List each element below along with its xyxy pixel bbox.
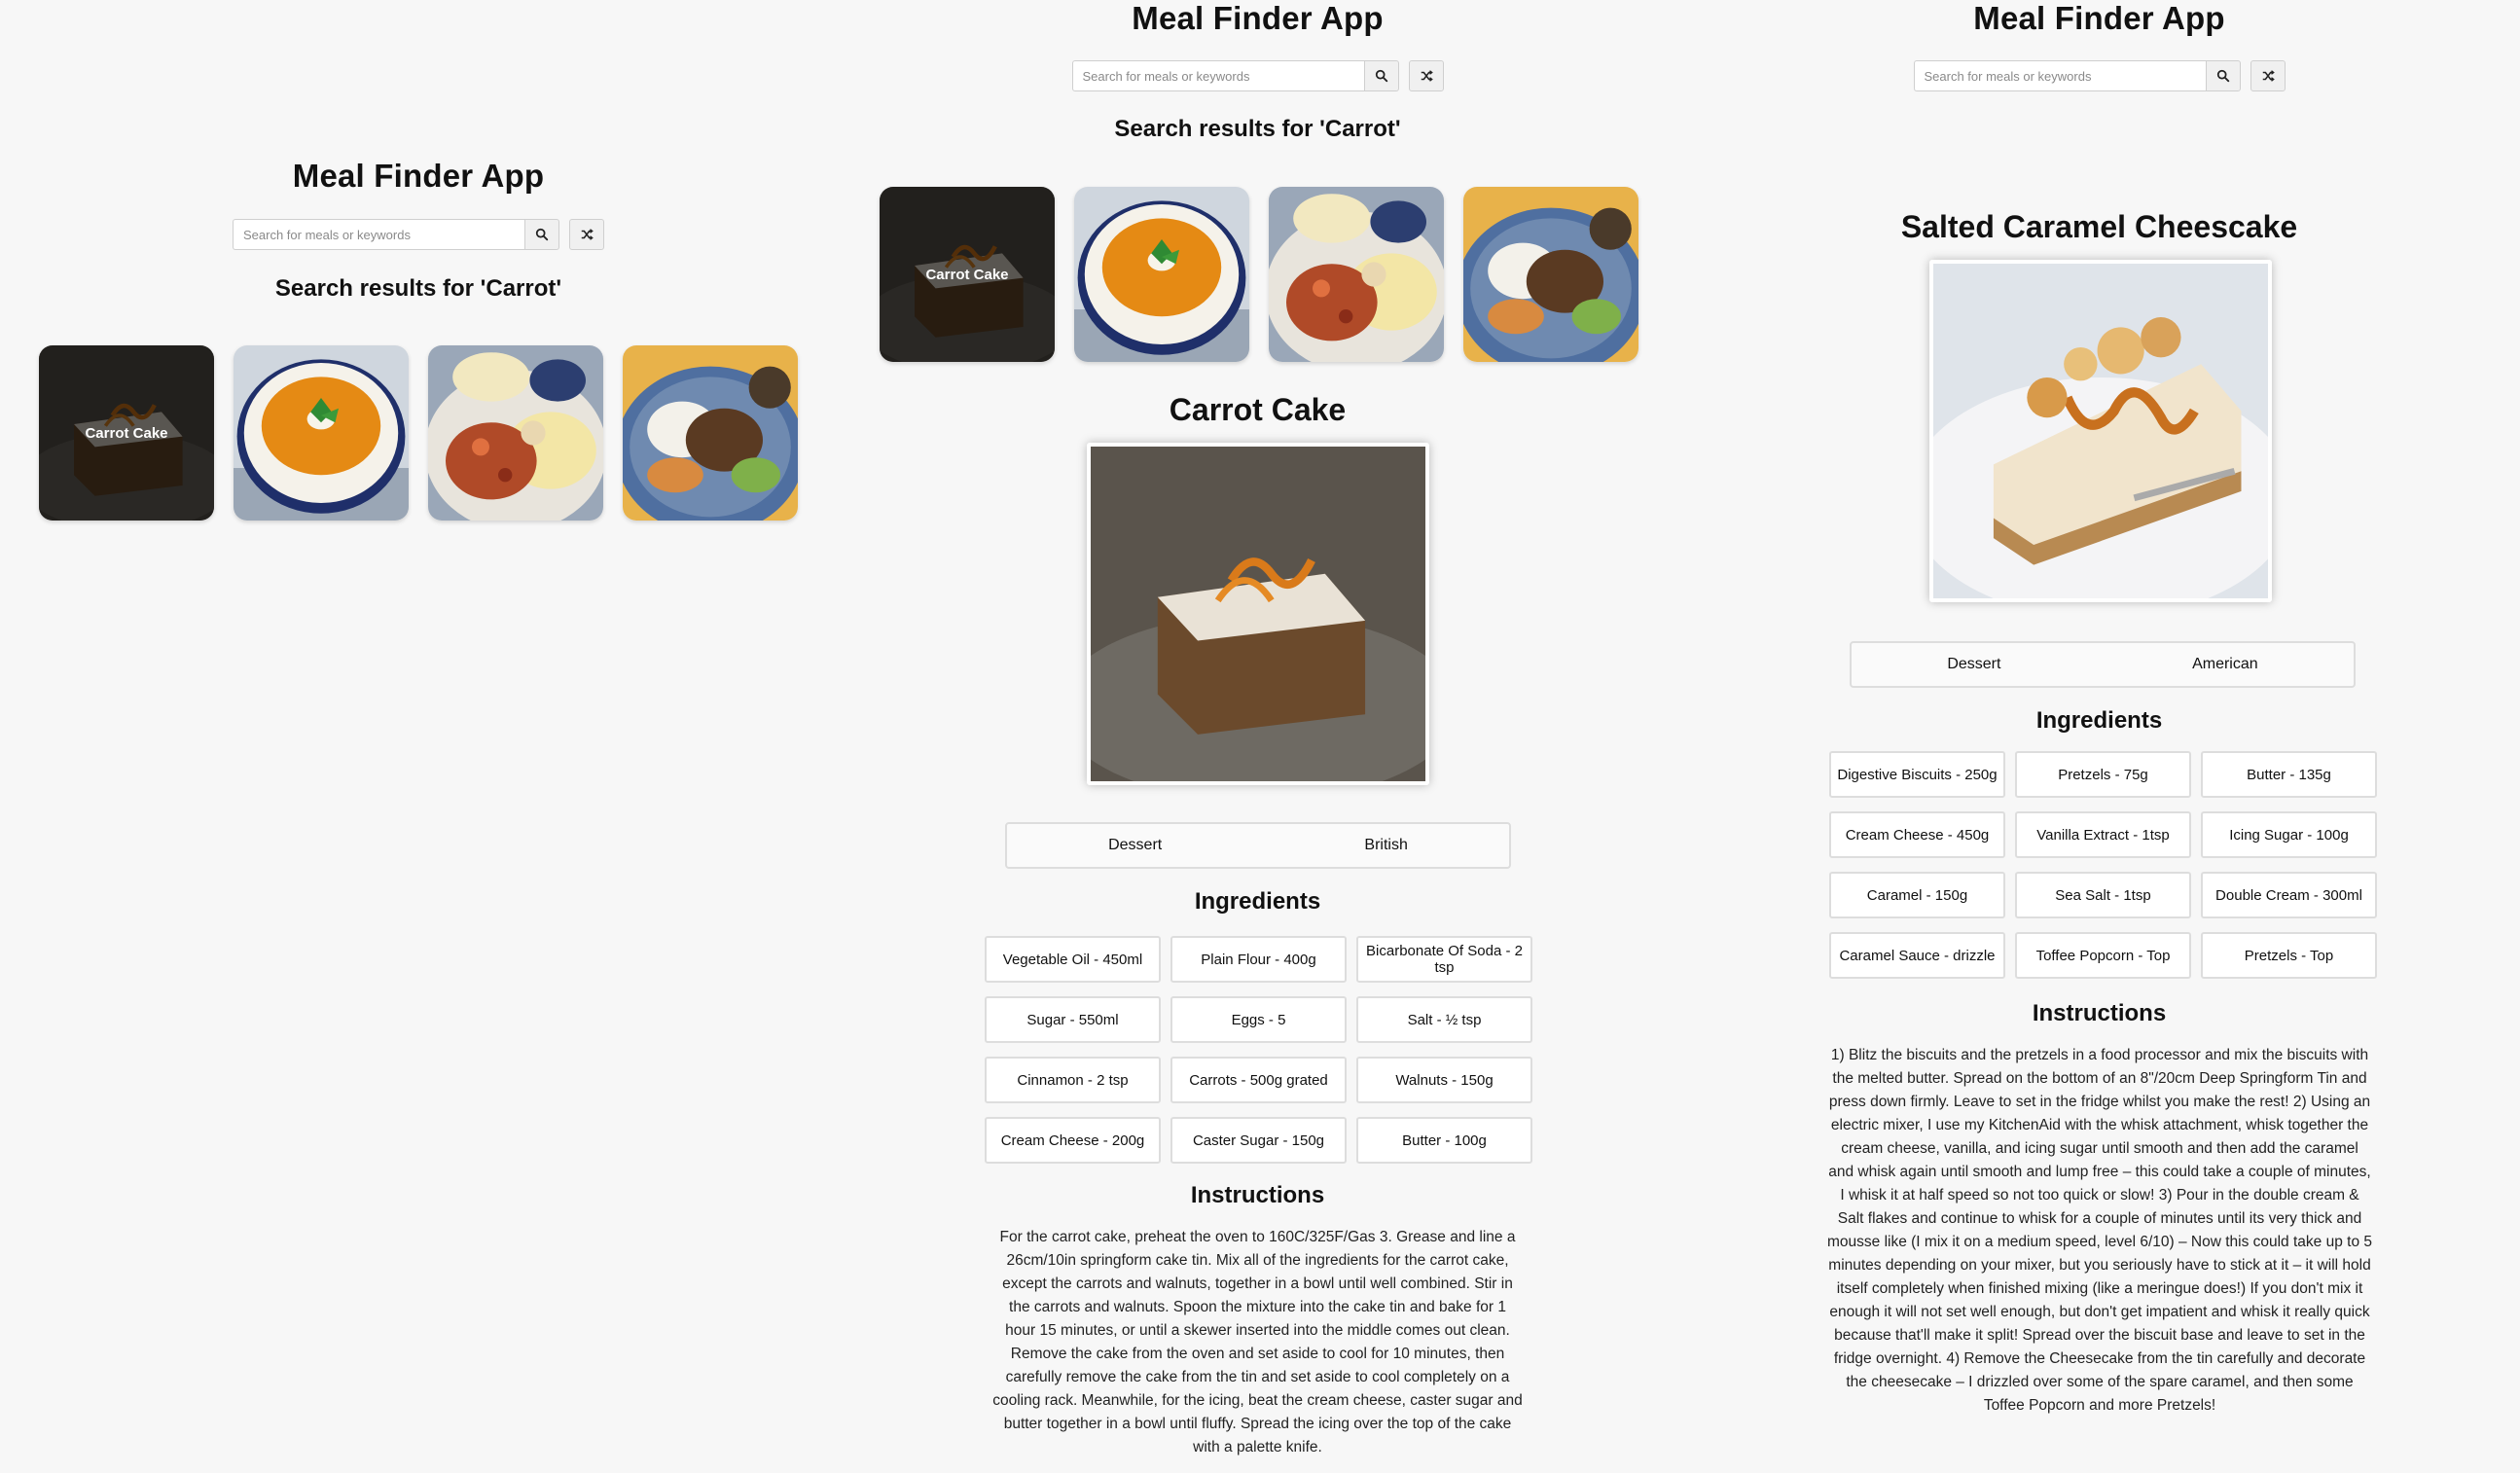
random-meal-button[interactable] — [569, 219, 604, 250]
search-input[interactable] — [233, 219, 524, 250]
ingredients-heading: Ingredients — [2035, 707, 2163, 734]
search-bar — [837, 60, 1678, 91]
search-icon — [1375, 69, 1388, 83]
meal-title: Carrot Cake — [1169, 392, 1347, 427]
random-meal-button[interactable] — [1408, 60, 1444, 91]
shuffle-icon — [1420, 69, 1433, 83]
meal-card[interactable] — [234, 345, 409, 521]
instructions-heading: Instructions — [1190, 1182, 1325, 1208]
ingredient-item: Cream Cheese - 450g — [1829, 811, 2005, 858]
meal-overlay: Carrot Cake — [880, 187, 1055, 362]
meal-card-title: Carrot Cake — [925, 266, 1009, 283]
meal-area: British — [1364, 837, 1408, 853]
carrot-soup-photo — [234, 345, 409, 521]
ingredient-item: Cream Cheese - 200g — [985, 1117, 1161, 1164]
meal-card-carrot-cake[interactable]: Carrot Cake — [39, 345, 214, 521]
pasta-bake-photo — [1269, 187, 1444, 362]
carrot-cake-photo — [1091, 447, 1425, 781]
search-icon — [2216, 69, 2230, 83]
results-heading: Search results for 'Carrot' — [1114, 116, 1401, 142]
carrot-cake-detail-panel: Meal Finder App Search results for 'Carr… — [837, 0, 1678, 1473]
meal-image — [1087, 443, 1429, 785]
ingredient-item: Digestive Biscuits - 250g — [1829, 751, 2005, 798]
ingredient-item: Salt - ½ tsp — [1356, 996, 1532, 1043]
ingredient-item: Plain Flour - 400g — [1170, 936, 1347, 983]
ingredient-item: Pretzels - Top — [2201, 932, 2377, 979]
meal-card-carrot-cake[interactable]: Carrot Cake — [880, 187, 1055, 362]
search-bar — [0, 219, 837, 250]
search-results: Carrot Cake — [39, 345, 798, 521]
rice-bowl-photo — [1463, 187, 1638, 362]
meal-tags: Dessert British — [1005, 822, 1511, 869]
ingredient-item: Walnuts - 150g — [1356, 1057, 1532, 1103]
app-title: Meal Finder App — [292, 158, 545, 194]
search-button[interactable] — [1363, 60, 1399, 91]
instructions-heading: Instructions — [2032, 1000, 2167, 1026]
shuffle-icon — [580, 228, 594, 241]
carrot-soup-photo — [1074, 187, 1249, 362]
ingredient-item: Butter - 135g — [2201, 751, 2377, 798]
ingredient-item: Vegetable Oil - 450ml — [985, 936, 1161, 983]
search-results: Carrot Cake — [880, 187, 1638, 362]
search-bar — [1678, 60, 2520, 91]
ingredient-item: Eggs - 5 — [1170, 996, 1347, 1043]
ingredient-item: Sugar - 550ml — [985, 996, 1161, 1043]
meal-card[interactable] — [1074, 187, 1249, 362]
meal-overlay: Carrot Cake — [39, 345, 214, 521]
random-meal-button[interactable] — [2250, 60, 2286, 91]
ingredients-list: Digestive Biscuits - 250g Pretzels - 75g B… — [1829, 751, 2377, 979]
pasta-bake-photo — [428, 345, 603, 521]
ingredient-item: Vanilla Extract - 1tsp — [2015, 811, 2191, 858]
ingredients-heading: Ingredients — [1194, 888, 1321, 915]
instructions-text: For the carrot cake, preheat the oven to… — [992, 1229, 1523, 1455]
search-icon — [535, 228, 549, 241]
app-title: Meal Finder App — [1973, 0, 2225, 36]
ingredients-list: Vegetable Oil - 450ml Plain Flour - 400g B… — [985, 936, 1532, 1164]
ingredient-item: Double Cream - 300ml — [2201, 872, 2377, 918]
ingredient-item: Pretzels - 75g — [2015, 751, 2191, 798]
instructions-text: 1) Blitz the biscuits and the pretzels i… — [1827, 1047, 2372, 1414]
meal-card[interactable] — [1463, 187, 1638, 362]
meal-card[interactable] — [428, 345, 603, 521]
ingredient-item: Caster Sugar - 150g — [1170, 1117, 1347, 1164]
rice-bowl-photo — [623, 345, 798, 521]
meal-title: Salted Caramel Cheescake — [1900, 209, 2298, 244]
ingredient-item: Icing Sugar - 100g — [2201, 811, 2377, 858]
search-view-panel: Meal Finder App Search results for 'Carr… — [0, 0, 837, 1473]
meal-card[interactable] — [1269, 187, 1444, 362]
ingredient-item: Caramel Sauce - drizzle — [1829, 932, 2005, 979]
search-input[interactable] — [1913, 60, 2206, 91]
search-input[interactable] — [1071, 60, 1364, 91]
ingredient-item: Butter - 100g — [1356, 1117, 1532, 1164]
meal-image — [1929, 260, 2272, 602]
ingredient-item: Toffee Popcorn - Top — [2015, 932, 2191, 979]
search-button[interactable] — [524, 219, 559, 250]
meal-category: Dessert — [1108, 837, 1163, 853]
results-heading: Search results for 'Carrot' — [274, 275, 562, 302]
meal-card-title: Carrot Cake — [85, 424, 168, 442]
cheesecake-detail-panel: Meal Finder App Salted Caramel Cheescake… — [1678, 0, 2520, 1473]
salted-caramel-cheesecake-photo — [1933, 264, 2268, 598]
meal-area: American — [2192, 656, 2258, 672]
meal-category: Dessert — [1947, 656, 2001, 672]
ingredient-item: Bicarbonate Of Soda - 2 tsp — [1356, 936, 1532, 983]
ingredient-item: Sea Salt - 1tsp — [2015, 872, 2191, 918]
ingredient-item: Cinnamon - 2 tsp — [985, 1057, 1161, 1103]
meal-tags: Dessert American — [1850, 641, 2356, 688]
search-button[interactable] — [2205, 60, 2241, 91]
meal-card[interactable] — [623, 345, 798, 521]
app-title: Meal Finder App — [1132, 0, 1384, 36]
ingredient-item: Caramel - 150g — [1829, 872, 2005, 918]
ingredient-item: Carrots - 500g grated — [1170, 1057, 1347, 1103]
shuffle-icon — [2261, 69, 2275, 83]
